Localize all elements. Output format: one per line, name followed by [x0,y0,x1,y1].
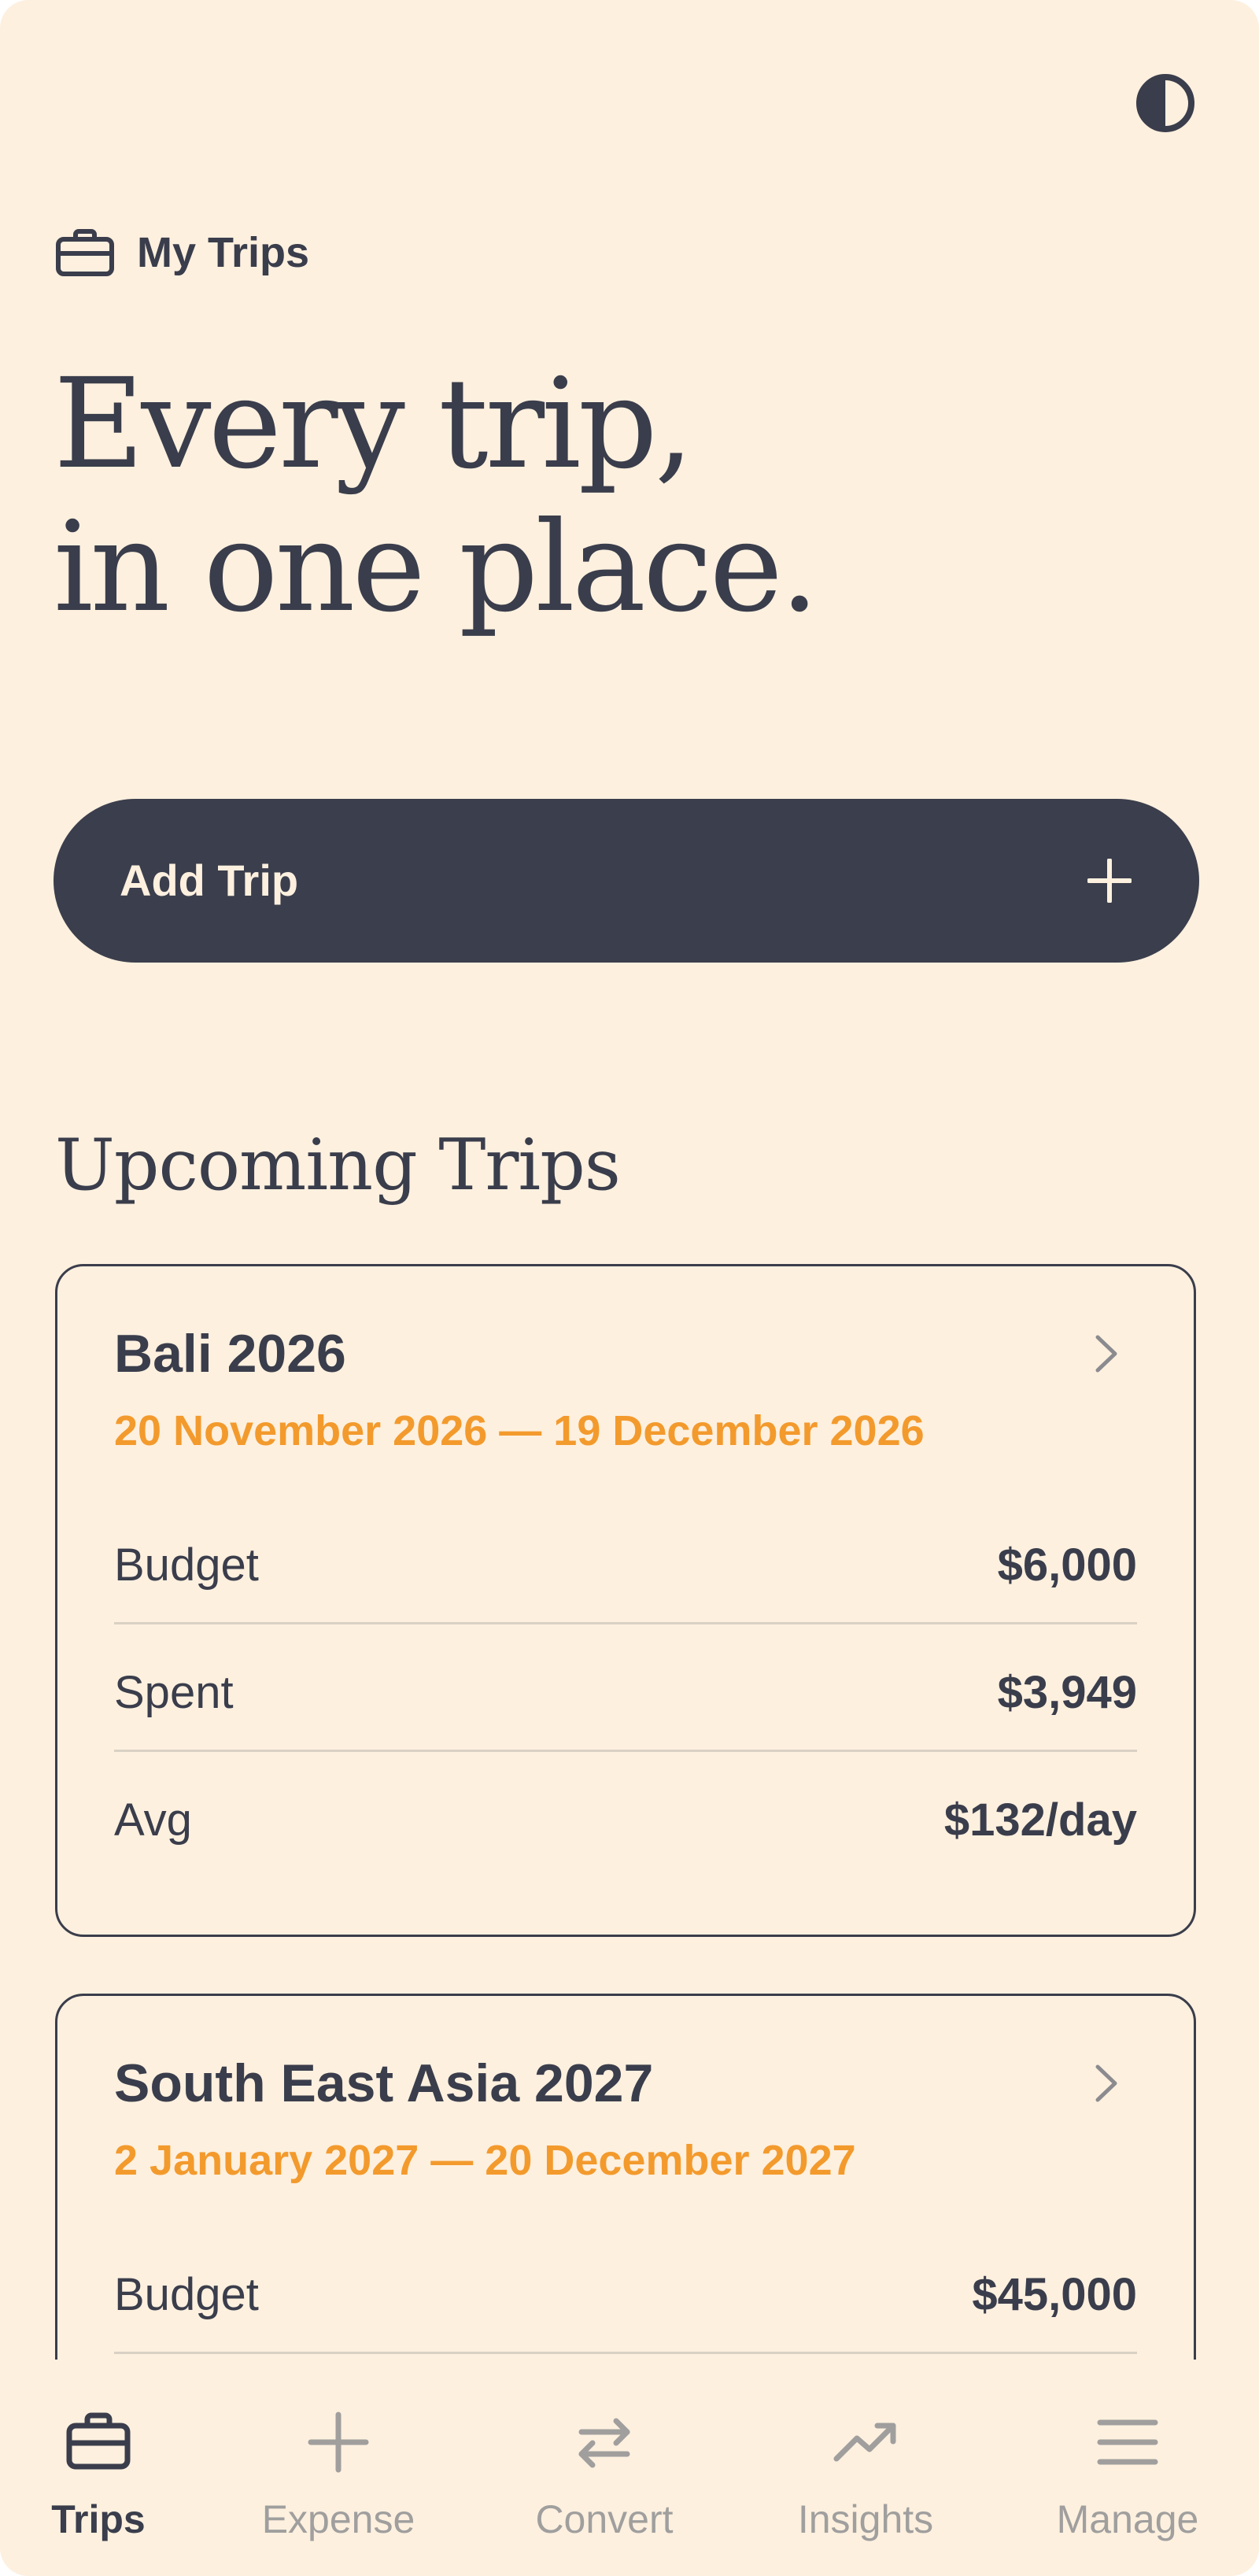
tab-trips[interactable]: Trips [0,2407,216,2548]
trip-name: South East Asia 2027 [114,2053,654,2113]
stat-label: Budget [114,1539,259,1591]
page-headline: Every trip, in one place. [54,352,819,640]
eyebrow-label: My Trips [137,229,310,276]
tab-label: Convert [535,2497,674,2541]
tab-expense[interactable]: Expense [220,2407,456,2548]
stat-value: $3,949 [997,1667,1137,1718]
tab-label: Manage [1056,2497,1199,2541]
trip-dates: 20 November 2026 — 19 December 2026 [114,1407,925,1454]
headline-line-1: Every trip, [54,352,694,497]
stat-label: Budget [114,2269,259,2320]
chevron-right-icon [1095,2064,1117,2102]
chevron-right-icon [1095,1335,1117,1373]
stat-value: $6,000 [997,1539,1137,1591]
trend-up-icon [833,2423,896,2462]
stat-value: $45,000 [972,2269,1137,2320]
trip-stat-row: Spent $3,949 [114,1622,1137,1752]
menu-icon [1097,2419,1158,2465]
stat-value: $132/day [943,1794,1137,1846]
headline-line-2: in one place. [54,495,819,640]
trip-stat-row: Avg $132/day [114,1750,1137,1877]
plus-icon [308,2412,369,2473]
tab-label: Expense [261,2497,415,2541]
app-screen: My Trips Every trip, in one place. Add T… [0,0,1259,2576]
page-eyebrow: My Trips [55,228,309,277]
add-trip-label: Add Trip [120,856,299,905]
plus-icon [1087,859,1132,903]
tab-insights[interactable]: Insights [748,2407,984,2548]
briefcase-icon [56,229,114,276]
tab-label: Trips [51,2497,146,2541]
trip-stat-row: Budget $45,000 [114,2224,1137,2354]
stat-label: Spent [114,1667,234,1718]
tab-manage[interactable]: Manage [1010,2407,1246,2548]
theme-toggle-button[interactable] [1133,71,1198,135]
contrast-icon [1136,74,1194,132]
section-title: Upcoming Trips [55,1124,621,1207]
trip-card[interactable]: Bali 2026 20 November 2026 — 19 December… [55,1264,1196,1937]
swap-arrows-icon [578,2418,630,2468]
trip-name: Bali 2026 [114,1324,346,1384]
trip-dates: 2 January 2027 — 20 December 2027 [114,2137,856,2184]
briefcase-icon [66,2412,131,2470]
bottom-tab-bar: Trips Expense Convert Insights Manage [0,2360,1259,2576]
add-trip-button[interactable]: Add Trip [54,799,1199,963]
tab-label: Insights [797,2497,934,2541]
trip-stat-row: Budget $6,000 [114,1495,1137,1624]
tab-convert[interactable]: Convert [486,2407,722,2548]
stat-label: Avg [114,1794,192,1846]
